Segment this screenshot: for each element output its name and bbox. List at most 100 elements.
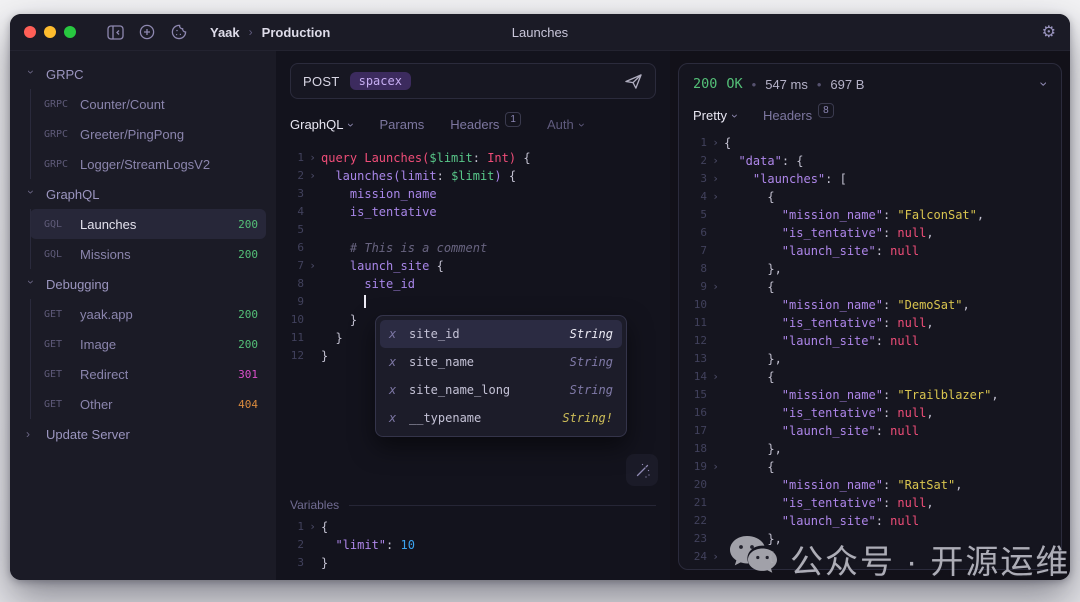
close-button[interactable] xyxy=(24,26,36,38)
chevron-down-icon[interactable]: › xyxy=(24,280,38,290)
code-line: 3› "launches": [ xyxy=(679,170,1061,188)
code-text: "mission_name": "FalconSat", xyxy=(724,206,984,224)
sidebar-request-counter-count[interactable]: GRPCCounter/Count xyxy=(30,89,266,119)
fold-chevron-icon[interactable]: › xyxy=(304,518,321,536)
maximize-button[interactable] xyxy=(64,26,76,38)
fold-chevron-icon[interactable]: › xyxy=(707,188,724,206)
sidebar-request-logger-streamlogsv2[interactable]: GRPCLogger/StreamLogsV2 xyxy=(30,149,266,179)
code-line: 21 "is_tentative": null, xyxy=(679,494,1061,512)
fold-chevron-icon[interactable]: › xyxy=(707,152,724,170)
status-badge: 301 xyxy=(238,368,258,381)
line-number: 8 xyxy=(276,275,304,293)
field-icon: x xyxy=(389,411,409,425)
tab-pretty-label: Pretty xyxy=(693,108,727,123)
breadcrumb[interactable]: Yaak › Production xyxy=(210,25,330,40)
fold-gutter xyxy=(707,530,724,548)
sidebar-folder-debugging[interactable]: ›Debugging xyxy=(10,269,276,299)
sidebar-folder-grpc[interactable]: ›GRPC xyxy=(10,59,276,89)
method-label[interactable]: POST xyxy=(303,74,340,89)
format-wand-button[interactable] xyxy=(626,454,658,486)
environment-name[interactable]: Production xyxy=(262,25,331,40)
autocomplete-item-site-id[interactable]: x site_id String xyxy=(380,320,622,348)
line-number: 13 xyxy=(679,350,707,368)
line-number: 3 xyxy=(276,554,304,572)
autocomplete-label: site_name_long xyxy=(409,383,510,397)
fold-gutter xyxy=(707,494,724,512)
line-number: 18 xyxy=(679,440,707,458)
code-line: 14› { xyxy=(679,368,1061,386)
sidebar-toggle-icon[interactable] xyxy=(100,20,130,44)
code-text: "launch_site": null xyxy=(724,422,919,440)
autocomplete-item-site-name-long[interactable]: x site_name_long String xyxy=(380,376,622,404)
sidebar-request-greeter-pingpong[interactable]: GRPCGreeter/PingPong xyxy=(30,119,266,149)
tab-auth-label: Auth xyxy=(547,117,574,132)
tab-pretty[interactable]: Pretty xyxy=(693,108,737,123)
fold-gutter xyxy=(707,350,724,368)
code-text: }, xyxy=(724,350,782,368)
code-line: 5 xyxy=(276,221,670,239)
sidebar-request-redirect[interactable]: GETRedirect301 xyxy=(30,359,266,389)
code-text: }, xyxy=(724,440,782,458)
line-number: 9 xyxy=(679,278,707,296)
minimize-button[interactable] xyxy=(44,26,56,38)
fold-gutter xyxy=(707,422,724,440)
sidebar-request-yaak-app[interactable]: GETyaak.app200 xyxy=(30,299,266,329)
fold-gutter xyxy=(707,476,724,494)
fold-chevron-icon[interactable]: › xyxy=(707,458,724,476)
workspace-name[interactable]: Yaak xyxy=(210,25,240,40)
response-duration: 547 ms xyxy=(765,77,808,92)
variables-editor[interactable]: 1›{2 "limit": 103} xyxy=(276,518,670,572)
method-badge: GQL xyxy=(44,219,80,230)
response-body[interactable]: 1›{2› "data": {3› "launches": [4› {5 "mi… xyxy=(679,134,1061,569)
chevron-down-icon[interactable]: › xyxy=(24,70,38,80)
fold-gutter xyxy=(304,329,321,347)
fold-chevron-icon[interactable]: › xyxy=(707,278,724,296)
sidebar-folder-graphql[interactable]: › GraphQL xyxy=(10,179,276,209)
code-line: 16 "is_tentative": null, xyxy=(679,404,1061,422)
tab-response-headers[interactable]: Headers 8 xyxy=(763,108,834,123)
line-number: 8 xyxy=(679,260,707,278)
graphql-editor[interactable]: 1›query Launches($limit: Int) {2› launch… xyxy=(276,149,670,496)
fold-chevron-icon[interactable]: › xyxy=(304,149,321,167)
fold-chevron-icon[interactable]: › xyxy=(707,368,724,386)
tab-params[interactable]: Params xyxy=(379,117,424,132)
fold-chevron-icon[interactable]: › xyxy=(707,134,724,152)
response-headers-count-badge: 8 xyxy=(818,103,834,118)
chevron-right-icon[interactable]: › xyxy=(26,427,36,441)
fold-chevron-icon[interactable]: › xyxy=(707,548,724,566)
tab-graphql-label: GraphQL xyxy=(290,117,343,132)
chevron-down-icon[interactable] xyxy=(1042,76,1047,92)
sidebar-folder-update-server[interactable]: ›Update Server xyxy=(10,419,276,449)
code-text: "launch_site": null xyxy=(724,242,919,260)
folder-label: GraphQL xyxy=(46,187,99,202)
fold-gutter xyxy=(304,311,321,329)
settings-gear-icon[interactable] xyxy=(1042,22,1056,42)
new-request-icon[interactable] xyxy=(132,20,162,44)
code-text: "is_tentative": null, xyxy=(724,314,934,332)
code-text: site_id xyxy=(321,275,415,293)
line-number: 17 xyxy=(679,422,707,440)
code-text: "is_tentative": null, xyxy=(724,224,934,242)
url-pill[interactable]: spacex xyxy=(350,72,411,90)
fold-chevron-icon[interactable]: › xyxy=(707,170,724,188)
send-button[interactable] xyxy=(624,73,643,90)
line-number: 10 xyxy=(276,311,304,329)
tab-graphql[interactable]: GraphQL xyxy=(290,117,353,132)
fold-chevron-icon[interactable]: › xyxy=(304,257,321,275)
sidebar-request-other[interactable]: GETOther404 xyxy=(30,389,266,419)
autocomplete-item-site-name[interactable]: x site_name String xyxy=(380,348,622,376)
request-panel: POST spacex GraphQL Params Headers xyxy=(276,51,670,580)
request-tabs: GraphQL Params Headers 1 Auth xyxy=(290,112,656,136)
tab-headers[interactable]: Headers 1 xyxy=(450,117,521,132)
sidebar-request-image[interactable]: GETImage200 xyxy=(30,329,266,359)
cookie-icon[interactable] xyxy=(164,20,194,44)
url-bar[interactable]: POST spacex xyxy=(290,63,656,99)
fold-chevron-icon[interactable]: › xyxy=(304,167,321,185)
chevron-down-icon[interactable]: › xyxy=(24,190,38,200)
autocomplete-item-typename[interactable]: x __typename String! xyxy=(380,404,622,432)
tab-auth[interactable]: Auth xyxy=(547,117,584,132)
sidebar-request-launches[interactable]: GQLLaunches200 xyxy=(30,209,266,239)
code-line: 10 "mission_name": "DemoSat", xyxy=(679,296,1061,314)
fold-gutter xyxy=(304,554,321,572)
sidebar-request-missions[interactable]: GQLMissions200 xyxy=(30,239,266,269)
